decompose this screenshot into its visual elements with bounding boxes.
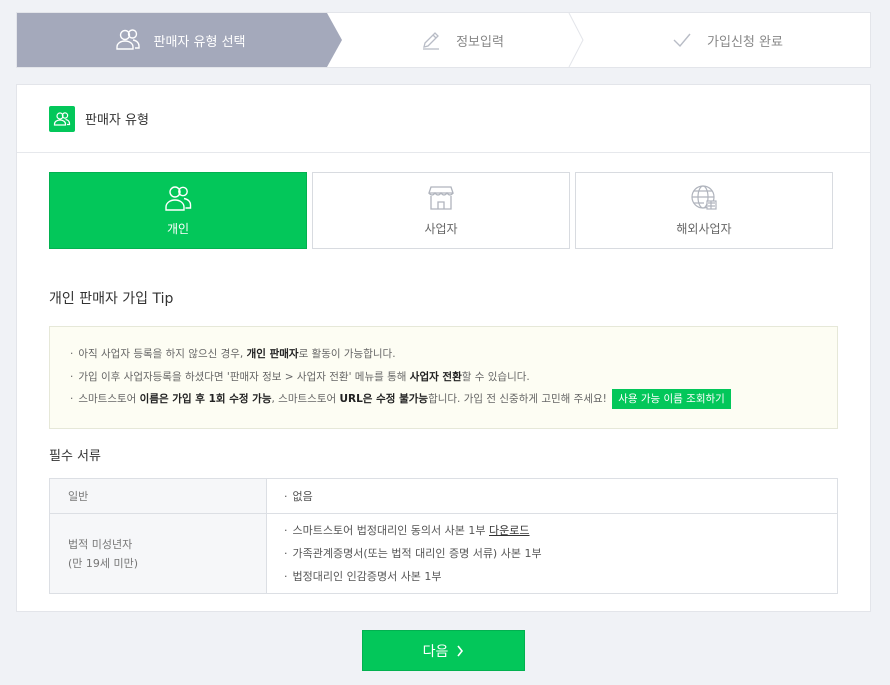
next-button[interactable]: 다음 (362, 630, 525, 671)
type-label: 개인 (166, 222, 190, 236)
document-item: 가족관계증명서(또는 법적 대리인 증명 서류) 사본 1부 (284, 542, 837, 565)
chevron-right-icon (457, 645, 464, 656)
seller-type-options: 개인 사업자 해외사업자 (49, 172, 833, 249)
step-info-input: 정보입력 (342, 13, 582, 67)
document-item: 법정대리인 인감증명서 사본 1부 (284, 565, 837, 588)
type-overseas-button[interactable]: 해외사업자 (575, 172, 833, 249)
general-value: 없음 (266, 478, 838, 514)
tip-title: 개인 판매자 가입 Tip (49, 291, 174, 307)
step-seller-type: 판매자 유형 선택 (17, 13, 342, 67)
person-icon (165, 186, 192, 211)
signup-stepper: 판매자 유형 선택 정보입력 가입신청 완료 (16, 12, 871, 68)
table-row: 일반 없음 (49, 478, 838, 514)
users-icon (115, 29, 140, 50)
table-row: 법적 미성년자 (만 19세 미만) 스마트스토어 법정대리인 동의서 사본 1… (49, 513, 838, 594)
minor-documents: 스마트스토어 법정대리인 동의서 사본 1부 다운로드 가족관계증명서(또는 법… (266, 513, 838, 594)
required-docs-title: 필수 서류 (49, 449, 101, 464)
download-link[interactable]: 다운로드 (489, 524, 529, 537)
step-label: 판매자 유형 선택 (153, 34, 246, 50)
general-label: 일반 (49, 478, 267, 514)
step-complete: 가입신청 완료 (582, 13, 872, 67)
seller-type-card: 판매자 유형 개인 사업자 해외사업자 개인 판매자 가입 Tip · 아직 사… (16, 84, 871, 612)
store-icon (428, 186, 454, 210)
card-header: 판매자 유형 (17, 85, 870, 153)
tip-item: 스마트스토어 이름은 가입 후 1회 수정 가능, 스마트스토어 URL은 수정… (70, 388, 817, 411)
type-label: 사업자 (424, 222, 458, 236)
required-docs-table: 일반 없음 법적 미성년자 (만 19세 미만) 스마트스토어 법정대리인 동의… (49, 478, 838, 594)
step-label: 가입신청 완료 (707, 34, 783, 50)
step-label: 정보입력 (456, 34, 504, 50)
type-business-button[interactable]: 사업자 (312, 172, 570, 249)
document-item: 스마트스토어 법정대리인 동의서 사본 1부 다운로드 (284, 519, 837, 542)
type-individual-button[interactable]: 개인 (49, 172, 307, 249)
card-title: 판매자 유형 (85, 113, 149, 128)
minor-label: 법적 미성년자 (만 19세 미만) (49, 513, 267, 594)
tip-item: 아직 사업자 등록을 하지 않으신 경우, 개인 판매자로 활동이 가능합니다. (70, 343, 817, 366)
check-available-name-button[interactable]: 사용 가능 이름 조회하기 (612, 389, 731, 409)
tip-item: 가입 이후 사업자등록을 하셨다면 '판매자 정보 > 사업자 전환' 메뉴를 … (70, 366, 817, 389)
type-label: 해외사업자 (676, 222, 732, 236)
next-button-label: 다음 (422, 643, 449, 660)
pencil-icon (423, 32, 440, 50)
tip-box: 아직 사업자 등록을 하지 않으신 경우, 개인 판매자로 활동이 가능합니다.… (49, 326, 838, 429)
users-icon (49, 105, 75, 132)
globe-icon (691, 185, 717, 210)
check-icon (673, 33, 691, 48)
